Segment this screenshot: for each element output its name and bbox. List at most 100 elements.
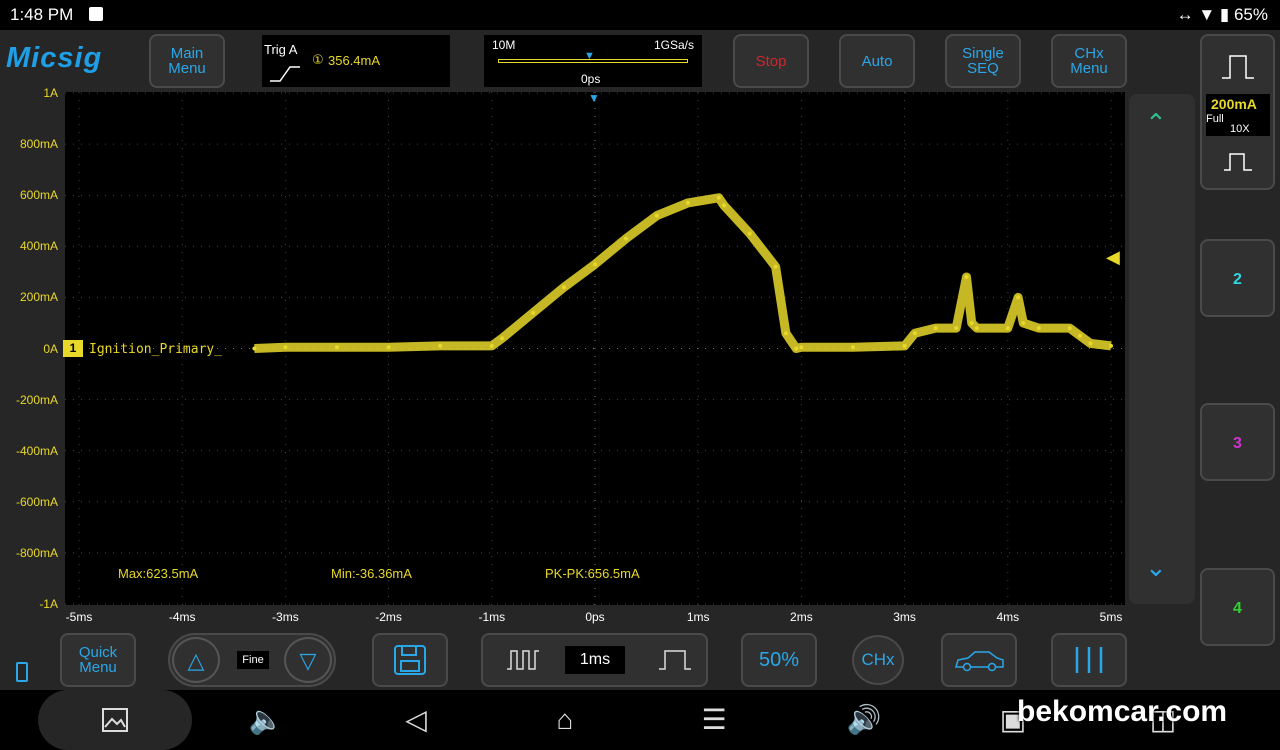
waveform-plot[interactable] (65, 92, 1125, 605)
y-tick-label: 0A (43, 341, 58, 356)
scale-up-icon[interactable] (1220, 52, 1256, 82)
main-menu-button[interactable]: Main Menu (149, 34, 225, 88)
x-tick-label: 0ps (585, 610, 605, 624)
x-tick-label: 1ms (686, 610, 710, 624)
x-tick-label: -2ms (375, 610, 402, 624)
y-tick-label: -600mA (15, 494, 58, 509)
timebase-panel[interactable]: 10M 1GSa/s ▼ 0ps (484, 35, 702, 87)
timebase-slower-icon[interactable] (657, 647, 693, 673)
waveform-sample-point (783, 331, 788, 336)
scale-down-icon[interactable] (1222, 150, 1254, 174)
waveform-sample-point (1021, 321, 1026, 325)
status-icons: ↔ ▼ ▮ 65% (1177, 5, 1268, 25)
save-icon (394, 645, 426, 675)
ch4-label: 4 (1233, 600, 1242, 617)
menu-label: Menu (1070, 60, 1108, 77)
chx-button[interactable]: CHx (852, 635, 904, 685)
waveform-sample-point (902, 343, 907, 348)
home-icon[interactable]: ⌂ (545, 700, 585, 740)
y-tick-label: -400mA (15, 443, 58, 458)
ch2-panel[interactable]: 2 (1200, 239, 1275, 317)
auto-button[interactable]: Auto (839, 34, 915, 88)
watermark: bekomcar.com (1017, 695, 1228, 728)
waveform-sample-point (747, 231, 752, 236)
vertical-scroll-panel[interactable]: ⌃ ⌄ (1129, 94, 1195, 604)
gallery-notification-icon (89, 7, 103, 21)
y-tick-label: 600mA (19, 188, 58, 203)
ch4-panel[interactable]: 4 (1200, 568, 1275, 646)
wifi-icon: ▼ (1198, 5, 1216, 24)
timebase-value: 1ms (565, 646, 625, 674)
ch3-label: 3 (1233, 435, 1242, 452)
waveform-sample-point (1109, 343, 1113, 348)
y-tick-label: 800mA (19, 137, 58, 152)
waveform-sample-point (386, 345, 391, 350)
waveform-sample-point (500, 336, 505, 341)
waveform-sample-point (974, 326, 979, 331)
x-tick-label: -3ms (272, 610, 299, 624)
back-icon[interactable]: ◁ (396, 700, 436, 740)
waveform-sample-point (933, 326, 938, 331)
waveform-sample-point (252, 346, 257, 351)
waveform-sample-point (1016, 295, 1021, 300)
fine-toggle[interactable]: Fine (237, 651, 269, 669)
sample-rate: 1GSa/s (653, 38, 694, 52)
x-tick-label: -5ms (65, 610, 93, 624)
scroll-down-icon[interactable]: ⌄ (1145, 552, 1167, 583)
volume-down-icon[interactable]: 🔈 (246, 700, 286, 740)
ch3-panel[interactable]: 3 (1200, 403, 1275, 481)
trigger-level: 356.4mA (328, 53, 381, 68)
recents-icon[interactable]: ☰ (694, 700, 734, 740)
decrease-icon[interactable]: ▽ (284, 637, 332, 683)
waveform-sample-point (438, 343, 443, 348)
ch1-scale: 200mA (1211, 96, 1257, 112)
x-tick-label: -4ms (168, 610, 196, 624)
measure-max: Max:623.5mA (118, 566, 199, 581)
chx-menu-button[interactable]: CHx Menu (1051, 34, 1127, 88)
waveform-sample-point (954, 326, 959, 331)
main-menu-label-2: Menu (168, 60, 206, 77)
ch1-scale-box: 200mA Full 10X (1206, 94, 1270, 136)
waveform-sample-point (794, 346, 799, 351)
measure-pkpk: PK-PK:656.5mA (545, 566, 640, 581)
waveform-sample-point (1036, 326, 1041, 331)
x-tick-label: 2ms (790, 610, 813, 624)
car-icon (955, 651, 1004, 672)
battery-percent: 65% (1233, 5, 1268, 24)
cursors-button[interactable] (1051, 633, 1127, 687)
trigger-panel[interactable]: Trig A ① 356.4mA (262, 35, 450, 87)
ch1-panel[interactable]: 200mA Full 10X (1200, 34, 1275, 190)
main-menu-label-1: Main (170, 45, 204, 62)
y-tick-label: 1A (43, 86, 58, 100)
trigger-level-marker[interactable]: ◀ (1106, 247, 1120, 268)
y-tick-label: -1A (39, 597, 58, 611)
fifty-percent-button[interactable]: 50% (741, 633, 817, 687)
memory-depth: 10M (492, 38, 516, 52)
ch1-label: Ignition_Primary_ (89, 342, 223, 357)
waveform-sample-point (624, 236, 628, 241)
ch1-ground-marker[interactable]: 1 (63, 340, 83, 357)
seq-label: SEQ (967, 60, 999, 77)
waveform-sample-point (1067, 326, 1072, 331)
increase-icon[interactable]: △ (172, 637, 220, 683)
auto-scope-button[interactable] (941, 633, 1017, 687)
stop-button[interactable]: Stop (733, 34, 809, 88)
waveform-sample-point (716, 195, 721, 200)
y-tick-label: 200mA (19, 290, 58, 305)
trigger-time-marker[interactable]: ▼ (588, 91, 600, 105)
save-button[interactable] (372, 633, 448, 687)
logo: Micsig (6, 42, 103, 74)
gallery-taskbar-item[interactable] (38, 690, 192, 750)
waveform-sample-point (1005, 326, 1010, 331)
quick-menu-button[interactable]: Quick Menu (60, 633, 136, 687)
y-tick-label: 400mA (19, 239, 58, 254)
horizontal-position: 0ps (581, 72, 601, 86)
waveform-sample-point (489, 343, 494, 348)
waveform-sample-point (283, 345, 288, 350)
single-seq-button[interactable]: Single SEQ (945, 34, 1021, 88)
scroll-up-icon[interactable]: ⌃ (1145, 108, 1167, 139)
quick-menu-label: Menu (79, 659, 117, 676)
timebase-faster-icon[interactable] (505, 647, 541, 673)
trigger-position-marker: ▼ (584, 50, 595, 62)
volume-up-icon[interactable]: 🔊 (844, 700, 884, 740)
